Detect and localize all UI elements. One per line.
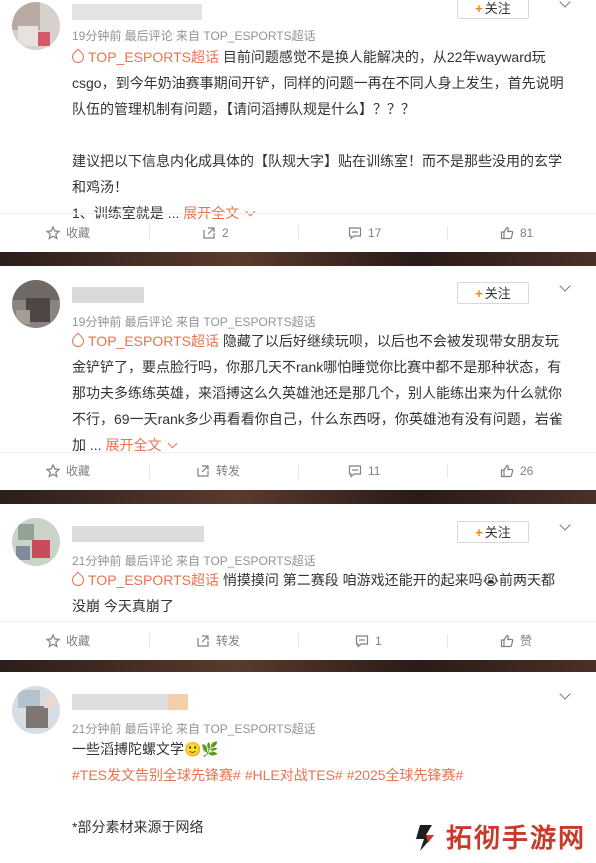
- thumbs-up-icon: [500, 464, 514, 478]
- action-separator: [149, 464, 150, 478]
- post-meta: 19分钟前 最后评论 来自 TOP_ESPORTS超话: [72, 29, 316, 43]
- like-button[interactable]: 81: [500, 214, 533, 252]
- repost-button[interactable]: 转发: [196, 622, 240, 660]
- post-card: + 关注 19分钟前 最后评论 来自 TOP_ESPORTS超话 TOP_ESPO…: [0, 0, 596, 252]
- star-icon: [46, 464, 60, 478]
- chevron-down-icon: [168, 438, 178, 449]
- thumbs-up-icon: [500, 226, 514, 240]
- text-line: 金铲铲了，要点脸行吗，你那几天不rank哪怕睡觉你比赛中都不是那种状态，有: [72, 359, 562, 375]
- chevron-down-icon[interactable]: [560, 0, 570, 8]
- post-actions: 收藏 转发 1 赞: [0, 622, 596, 660]
- avatar[interactable]: [12, 2, 60, 50]
- comment-button[interactable]: 17: [348, 214, 381, 252]
- action-separator: [149, 226, 150, 240]
- follow-button[interactable]: + 关注: [457, 282, 529, 304]
- star-icon: [46, 226, 60, 240]
- action-separator: [298, 634, 299, 648]
- post-card: + 关注 21分钟前 最后评论 来自 TOP_ESPORTS超话 TOP_ESPO…: [0, 504, 596, 660]
- comment-icon: [348, 227, 362, 240]
- post-actions: 收藏 转发 11 26: [0, 452, 596, 490]
- background-strip: [0, 490, 596, 504]
- like-button[interactable]: 赞: [500, 622, 532, 660]
- follow-label: 关注: [484, 286, 511, 301]
- like-button[interactable]: 26: [500, 452, 533, 490]
- repost-icon: [203, 227, 215, 239]
- watermark-text: 拓彻手游网: [445, 823, 586, 853]
- repost-button[interactable]: 2: [202, 214, 229, 252]
- action-separator: [149, 634, 150, 648]
- favorite-button[interactable]: 收藏: [46, 214, 90, 252]
- post-meta: 21分钟前 最后评论 来自 TOP_ESPORTS超话: [72, 722, 316, 736]
- topic-link[interactable]: TOP_ESPORTS超话: [69, 48, 219, 66]
- action-separator: [447, 464, 448, 478]
- star-icon: [46, 634, 60, 648]
- follow-button[interactable]: + 关注: [457, 0, 529, 19]
- post-card: + 关注 19分钟前 最后评论 来自 TOP_ESPORTS超话 TOP_ESPO…: [0, 266, 596, 490]
- follow-label: 关注: [484, 525, 511, 540]
- thumbs-up-icon: [500, 634, 514, 648]
- text-line: 一些滔搏陀螺文学🙂🌿: [72, 741, 219, 757]
- supertopic-icon: [69, 332, 87, 350]
- topic-link[interactable]: TOP_ESPORTS超话: [69, 571, 219, 589]
- username-blurred[interactable]: [72, 4, 202, 20]
- text-line: 那功夫多练练英雄，来滔搏这么久英雄池还是那几个，别人能练出来为什么就你: [72, 385, 562, 401]
- topic-link[interactable]: TOP_ESPORTS超话: [69, 332, 219, 350]
- post-text: TOP_ESPORTS超话 目前问题感觉不是换人能解决的，从22年wayward…: [69, 44, 572, 226]
- repost-button[interactable]: 转发: [196, 452, 240, 490]
- action-separator: [298, 464, 299, 478]
- repost-icon: [197, 465, 209, 477]
- hashtags[interactable]: #TES发文告别全球先锋赛# #HLE对战TES# #2025全球先锋赛#: [72, 762, 572, 788]
- comment-button[interactable]: 1: [355, 622, 382, 660]
- action-separator: [298, 226, 299, 240]
- post-actions: 收藏 2 17 81: [0, 214, 596, 252]
- comment-icon: [348, 465, 362, 478]
- username-blurred[interactable]: [72, 526, 204, 542]
- text-line: [72, 122, 572, 148]
- favorite-button[interactable]: 收藏: [46, 622, 90, 660]
- chevron-down-icon[interactable]: [560, 282, 570, 292]
- post-card: 21分钟前 最后评论 来自 TOP_ESPORTS超话 一些滔搏陀螺文学🙂🌿 #…: [0, 672, 596, 863]
- repost-icon: [197, 635, 209, 647]
- action-separator: [447, 634, 448, 648]
- chevron-down-icon[interactable]: [560, 521, 570, 531]
- comment-button[interactable]: 11: [348, 452, 380, 490]
- watermark-logo-icon: [416, 825, 434, 851]
- avatar[interactable]: [12, 686, 60, 734]
- avatar[interactable]: [12, 518, 60, 566]
- username-blurred[interactable]: [72, 694, 188, 710]
- chevron-down-icon[interactable]: [560, 690, 570, 700]
- supertopic-icon: [69, 571, 87, 589]
- avatar[interactable]: [12, 280, 60, 328]
- follow-label: 关注: [484, 1, 511, 16]
- supertopic-icon: [69, 48, 87, 66]
- post-text: TOP_ESPORTS超话 隐藏了以后好继续玩呗，以后也不会被发现带女朋友玩 金…: [69, 328, 572, 458]
- action-separator: [447, 226, 448, 240]
- text-line: 队伍的管理机制有问题，【请问滔搏队规是什么】？？？: [72, 101, 415, 117]
- comment-icon: [355, 635, 369, 648]
- text-line: 建议把以下信息内化成具体的【队规大字】贴在训练室！而不是那些没用的玄学: [72, 153, 562, 169]
- text-line: 不行，69一天rank多少再看看你自己，什么东西呀，你英雄池有没有问题，岩雀: [72, 411, 563, 427]
- text-line: 和鸡汤！: [72, 179, 128, 195]
- background-strip: [0, 660, 596, 672]
- follow-button[interactable]: + 关注: [457, 521, 529, 543]
- expand-full-text-link[interactable]: 展开全文: [105, 437, 178, 453]
- text-line: csgo，到今年奶油赛事期间开铲，同样的问题一再在不同人身上发生，首先说明: [72, 75, 564, 91]
- background-strip: [0, 252, 596, 266]
- text-line: 没崩 今天真崩了: [72, 598, 174, 614]
- username-blurred[interactable]: [72, 287, 144, 303]
- post-text: TOP_ESPORTS超话 悄摸摸问 第二赛段 咱游戏还能开的起来吗😭前两天都 …: [69, 567, 572, 619]
- favorite-button[interactable]: 收藏: [46, 452, 90, 490]
